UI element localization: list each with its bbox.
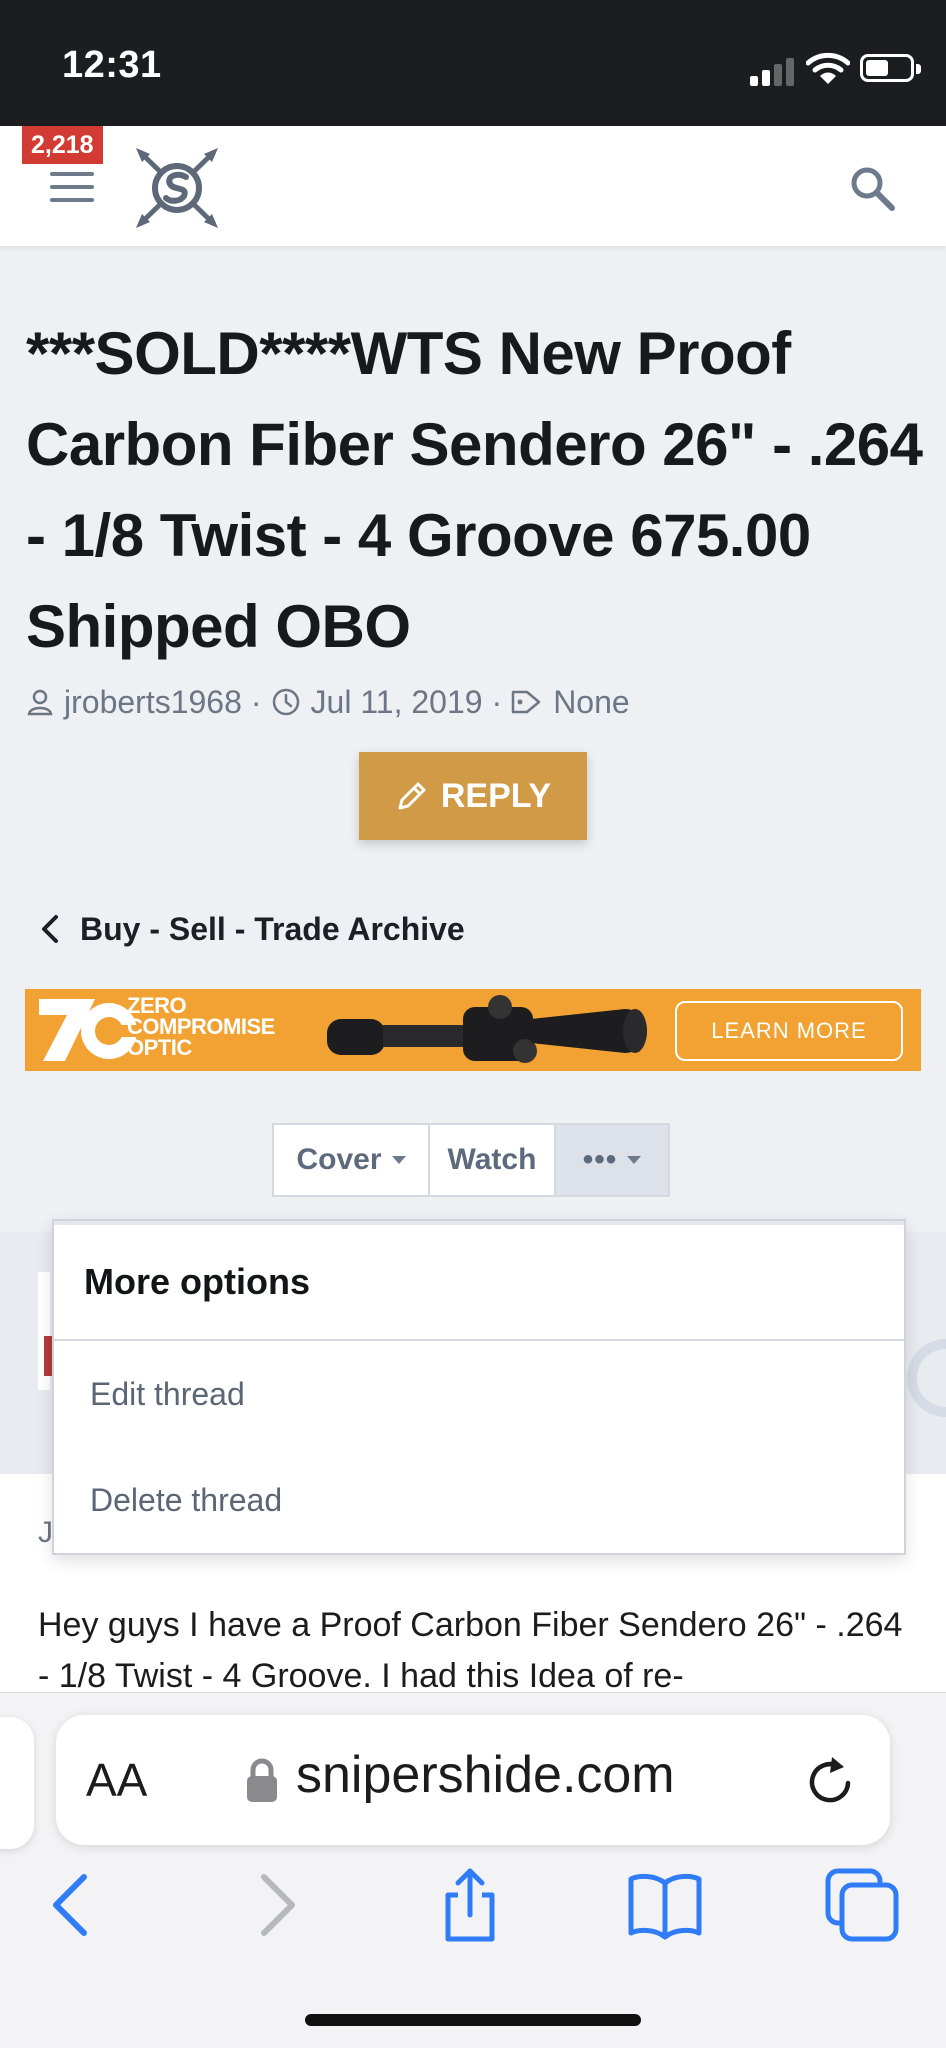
wifi-icon	[806, 52, 850, 84]
chevron-left-icon	[42, 915, 58, 943]
ad-brand-line1: ZERO	[127, 993, 187, 1018]
ad-brand-line2: COMPROMISE	[127, 1014, 275, 1039]
snipers-hide-logo-icon[interactable]	[134, 146, 220, 230]
post-body: Hey guys I have a Proof Carbon Fiber Sen…	[38, 1606, 903, 1695]
url-domain[interactable]: snipershide.com	[296, 1745, 675, 1805]
site-header: 2,218	[0, 126, 946, 246]
cover-button-label: Cover	[296, 1143, 382, 1176]
more-options-heading: More options	[54, 1221, 904, 1341]
reader-text-size-button[interactable]: AA	[86, 1753, 147, 1807]
post-author-initial: J	[38, 1516, 53, 1549]
cover-button[interactable]: Cover	[274, 1125, 430, 1195]
search-icon[interactable]	[848, 164, 898, 214]
more-dots-icon: •••	[582, 1143, 618, 1176]
battery-icon	[860, 54, 921, 82]
tag-icon	[511, 690, 541, 714]
browser-toolbar: AA snipershide.com	[0, 1692, 946, 2048]
status-bar: 12:31	[0, 0, 946, 126]
reply-button[interactable]: REPLY	[359, 752, 587, 840]
thread-date[interactable]: Jul 11, 2019	[311, 684, 483, 721]
cellular-signal-icon	[750, 56, 796, 86]
thread-action-group: Cover Watch •••	[272, 1123, 670, 1197]
more-options-button[interactable]: •••	[556, 1125, 668, 1195]
back-icon[interactable]	[32, 1865, 112, 1945]
tabs-icon[interactable]	[822, 1865, 902, 1945]
bookmarks-icon[interactable]	[625, 1865, 705, 1945]
chevron-down-icon	[391, 1156, 406, 1164]
share-icon[interactable]	[430, 1865, 510, 1945]
lock-icon	[247, 1758, 277, 1802]
home-indicator	[305, 2014, 641, 2026]
rifle-scope-image	[327, 995, 647, 1063]
breadcrumb-label: Buy - Sell - Trade Archive	[80, 910, 465, 947]
user-icon	[27, 689, 53, 716]
chevron-down-icon	[627, 1156, 642, 1164]
more-options-menu: More options Edit thread Delete thread	[52, 1219, 906, 1555]
clock-icon	[272, 688, 299, 716]
thread-meta: jroberts1968 · Jul 11, 2019 · None	[26, 680, 630, 724]
learn-more-button[interactable]: LEARN MORE	[675, 1001, 903, 1061]
thread-author-link[interactable]: jroberts1968	[64, 684, 242, 721]
address-bar[interactable]: AA snipershide.com	[56, 1715, 890, 1845]
ad-brand-line3: OPTIC	[127, 1035, 192, 1060]
status-time: 12:31	[62, 44, 162, 86]
thread-title: ***SOLD****WTS New Proof Carbon Fiber Se…	[26, 320, 923, 660]
pencil-icon	[398, 782, 426, 810]
previous-tab-preview[interactable]	[0, 1717, 34, 1849]
delete-thread-menu-item[interactable]: Delete thread	[54, 1447, 904, 1553]
reload-icon[interactable]	[802, 1753, 858, 1809]
watch-button[interactable]: Watch	[430, 1125, 556, 1195]
thread-tags: None	[553, 683, 630, 720]
reply-button-label: REPLY	[440, 776, 552, 815]
forward-icon[interactable]	[236, 1865, 316, 1945]
watermark-logo-icon	[907, 1339, 946, 1417]
ad-banner[interactable]: ZERO COMPROMISE OPTIC LEARN MORE	[25, 989, 921, 1071]
edit-thread-menu-item[interactable]: Edit thread	[54, 1341, 904, 1447]
notification-badge[interactable]: 2,218	[22, 126, 103, 164]
hamburger-icon[interactable]	[50, 172, 96, 206]
ad-brand-text: ZERO COMPROMISE OPTIC	[127, 993, 275, 1060]
breadcrumb[interactable]: Buy - Sell - Trade Archive	[40, 906, 465, 952]
